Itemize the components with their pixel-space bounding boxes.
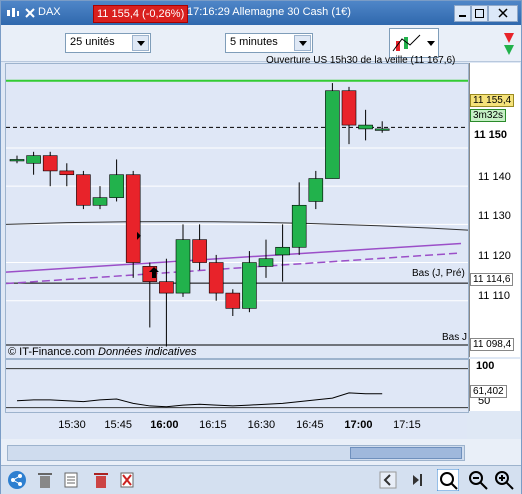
price-chart[interactable]: Ouverture US 15h30 de la veille (11 167,… (5, 55, 469, 359)
credit-note: Données indicatives (98, 346, 197, 358)
maximize-button[interactable] (471, 5, 488, 22)
price-change-badge: 11 155,4 (-0,26%) (93, 5, 189, 23)
delete-icon[interactable] (119, 470, 135, 490)
tick-11150: 11 150 (474, 129, 508, 141)
tools-icon[interactable] (501, 29, 517, 57)
credit-label: © IT-Finance.com Données indicatives (8, 346, 196, 358)
tick-11140: 11 140 (478, 171, 511, 183)
scroll-right-end-icon[interactable] (409, 471, 427, 489)
indicator-line (16, 392, 383, 408)
share-icon[interactable] (7, 470, 27, 490)
minimize-icon (459, 15, 466, 17)
candle-body (291, 204, 307, 248)
chevron-down-icon[interactable] (294, 35, 311, 51)
window-title: 17:16:29 Allemagne 30 Cash (1€) (187, 6, 351, 18)
close-button[interactable] (488, 5, 518, 22)
time-tick-label: 17:00 (344, 419, 373, 431)
candle-body (26, 155, 41, 164)
zoom-in-icon[interactable] (493, 469, 515, 491)
bas-pre-label: Bas (J, Pré) (412, 268, 465, 279)
units-select-value: 25 unités (70, 36, 115, 48)
zoom-select-icon[interactable] (437, 469, 459, 491)
time-tick-label: 16:00 (150, 419, 179, 431)
candle-body (225, 292, 241, 309)
time-tick-label: 16:45 (296, 419, 324, 431)
ind-value-tag: 61,402 (470, 385, 507, 398)
candle-body (374, 128, 390, 131)
time-tick-label: 15:30 (58, 419, 86, 431)
maximize-icon (475, 9, 484, 18)
trash-icon[interactable] (37, 470, 53, 490)
timeframe-select[interactable]: 5 minutes (225, 33, 313, 53)
chevron-down-icon[interactable] (132, 35, 149, 51)
candle-body (59, 170, 75, 176)
candle-body (159, 281, 174, 294)
scrollbar-thumb[interactable] (350, 447, 462, 459)
price-axis[interactable]: 11 155,4 3m32s 11 150 11 140 11 130 11 1… (469, 63, 520, 357)
time-tick-label: 17:15 (393, 419, 421, 431)
candle-body (325, 90, 340, 179)
close-x-icon (498, 8, 508, 18)
bas-pre-tag: 11 114,6 (470, 273, 514, 286)
ouverture-label: Ouverture US 15h30 de la veille (11 167,… (266, 55, 456, 66)
candle-body (42, 155, 58, 172)
bottom-toolbar (1, 465, 521, 494)
candle-body (341, 90, 357, 126)
tick-11130: 11 130 (478, 210, 511, 222)
candle-body (92, 197, 108, 206)
trash-red-icon[interactable] (93, 470, 109, 490)
indicator-menu-button[interactable] (389, 28, 439, 58)
time-tick-label: 16:15 (199, 419, 227, 431)
tick-11110: 11 110 (478, 290, 511, 302)
indicator-axis: 100 50 61,402 (469, 359, 520, 411)
candle-body (358, 124, 373, 130)
moving-average-line (5, 221, 469, 231)
chart-app-icon (7, 8, 19, 17)
symbol-label: DAX (38, 6, 61, 18)
candlestick-chart[interactable] (5, 64, 469, 358)
tick-11120: 11 120 (478, 250, 511, 262)
credit-text: © IT-Finance.com (8, 346, 95, 358)
candle-body (242, 262, 257, 309)
candle-body (308, 178, 324, 202)
minimize-button[interactable] (454, 5, 471, 22)
scroll-bar-row (1, 439, 521, 465)
candle-body (9, 159, 25, 162)
bas-j-tag: 11 098,4 (470, 338, 515, 351)
candle-body (76, 174, 91, 206)
bas-j-label: Bas J (442, 332, 468, 343)
units-select[interactable]: 25 unités (65, 33, 151, 53)
candle-body (175, 239, 191, 294)
time-tick-label: 16:30 (247, 419, 276, 431)
indicator-chart (6, 368, 468, 409)
time-axis[interactable]: 15:30 15:45 16:00 16:15 16:30 16:45 17:00 17:15 (5, 413, 467, 439)
ind-tick-100: 100 (476, 360, 495, 372)
candle-body (208, 262, 224, 294)
close-icon[interactable] (23, 6, 37, 20)
chart-scrollbar[interactable] (7, 445, 465, 461)
timeframe-select-value: 5 minutes (230, 36, 278, 48)
list-icon[interactable] (63, 470, 79, 490)
candle-body (192, 239, 207, 263)
title-bar: DAX 11 155,4 (-0,26%) 17:16:29 Allemagne… (1, 1, 521, 25)
last-price-tag: 11 155,4 (470, 94, 515, 107)
indicator-panel[interactable] (5, 359, 469, 413)
scroll-left-icon[interactable] (379, 471, 397, 489)
candle-body (109, 174, 124, 198)
candle-body (125, 174, 141, 263)
chart-window: DAX 11 155,4 (-0,26%) 17:16:29 Allemagne… (0, 0, 522, 494)
indicators-icon (392, 34, 435, 52)
time-tick-label: 15:45 (104, 419, 132, 431)
candle-body (258, 258, 274, 267)
countdown-tag: 3m32s (470, 109, 507, 122)
candle-body (275, 246, 290, 256)
zoom-out-icon[interactable] (467, 469, 489, 491)
